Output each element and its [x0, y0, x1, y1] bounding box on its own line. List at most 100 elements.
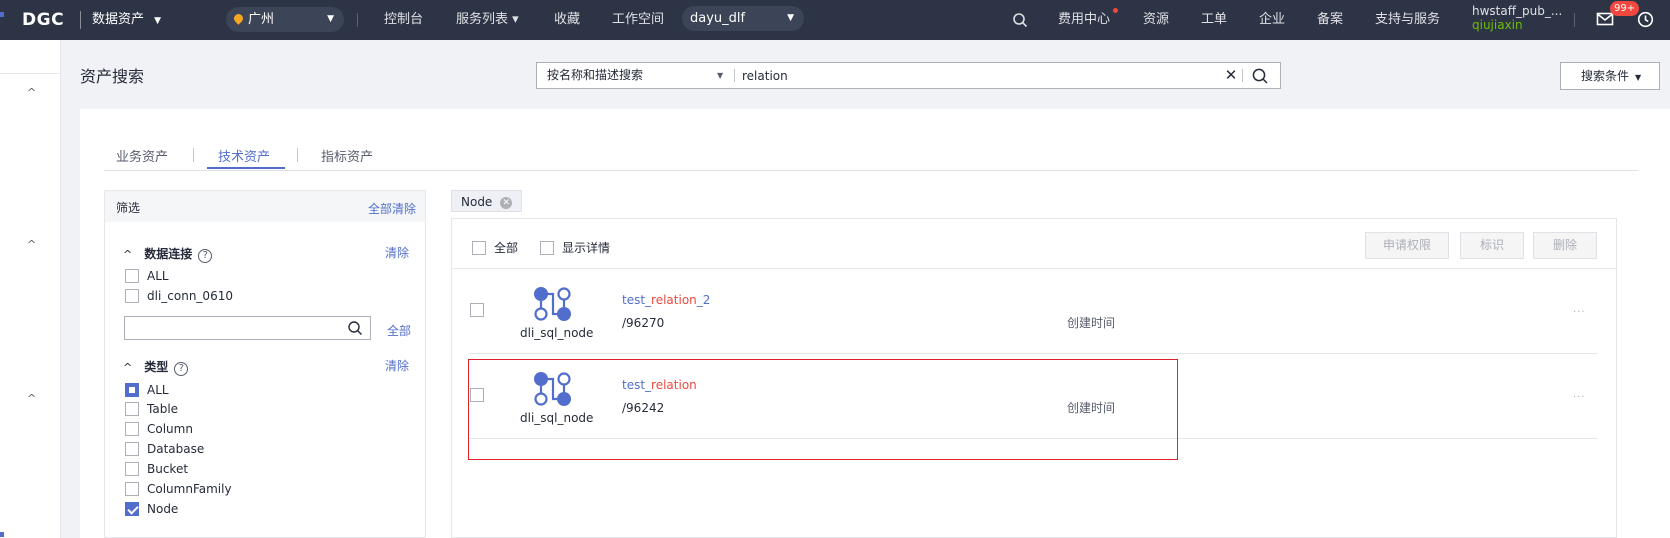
row-checkbox[interactable]	[470, 303, 484, 317]
chip-label: Node	[461, 195, 493, 209]
name-match-highlight: relation	[651, 293, 697, 307]
product-menu[interactable]: 数据资产 ▼	[92, 0, 161, 40]
filter-option[interactable]: Bucket	[125, 461, 188, 478]
checkbox[interactable]	[125, 401, 139, 416]
tag-button[interactable]: 标识	[1460, 232, 1524, 259]
connection-search-input[interactable]	[124, 316, 371, 340]
filter-group-connection[interactable]: ^ 数据连接?	[123, 245, 213, 263]
divider	[0, 73, 61, 74]
filter-option[interactable]: Table	[125, 401, 178, 418]
chevron-down-icon: ▼	[327, 14, 334, 24]
filter-group-type[interactable]: ^ 类型?	[123, 358, 189, 376]
node-type-label: dli_sql_node	[520, 326, 594, 340]
checkbox[interactable]	[125, 288, 139, 303]
more-actions-icon[interactable]: ···	[1573, 392, 1586, 403]
divider	[1242, 69, 1243, 82]
nav-favorites[interactable]: 收藏	[554, 0, 580, 40]
request-permission-button[interactable]: 申请权限	[1365, 232, 1449, 259]
clear-all-link[interactable]: 全部清除	[368, 200, 416, 217]
help-icon[interactable]: ?	[198, 249, 213, 263]
tab-baseline	[104, 170, 1638, 171]
row-checkbox[interactable]	[470, 388, 484, 402]
clear-icon[interactable]: ✕	[1223, 67, 1239, 83]
nav-tickets[interactable]: 工单	[1201, 0, 1227, 40]
checkbox[interactable]	[125, 268, 139, 283]
checkbox[interactable]	[125, 421, 139, 436]
filter-option[interactable]: ColumnFamily	[125, 481, 232, 498]
help-icon[interactable]: ?	[174, 362, 189, 376]
divider	[357, 13, 358, 27]
nav-service-list[interactable]: 服务列表 ▾	[456, 0, 519, 40]
search-scope-select[interactable]: 按名称和描述搜索	[547, 63, 643, 88]
clear-connection-link[interactable]: 清除	[385, 244, 409, 261]
delete-button[interactable]: 删除	[1533, 232, 1597, 259]
user-subaccount: qiujiaxin	[1472, 18, 1523, 32]
search-icon[interactable]	[347, 320, 363, 336]
workspace-label: dayu_dlf	[690, 11, 746, 26]
checkbox[interactable]	[125, 461, 139, 476]
tab-metric-assets[interactable]: 指标资产	[321, 146, 373, 165]
filter-group-title: 类型	[144, 360, 169, 374]
name-part: test_	[622, 378, 652, 392]
tab-business-assets[interactable]: 业务资产	[116, 146, 168, 165]
location-pin-icon	[232, 12, 245, 25]
show-details-checkbox[interactable]: 显示详情	[540, 239, 610, 255]
filter-option[interactable]: Node	[125, 501, 179, 518]
checkbox-checked[interactable]	[125, 501, 139, 516]
divider	[80, 11, 81, 29]
filter-group-title: 数据连接	[144, 247, 193, 261]
filter-option[interactable]: ALL	[125, 382, 169, 399]
search-conditions-button[interactable]: 搜索条件 ▼	[1560, 62, 1660, 90]
nav-support[interactable]: 支持与服务	[1375, 0, 1440, 40]
node-type-label: dli_sql_node	[520, 411, 594, 425]
divider	[734, 69, 735, 82]
select-all-checkbox[interactable]: 全部	[472, 239, 518, 255]
collapse-chevron-icon[interactable]: ^	[27, 86, 36, 99]
user-account[interactable]: hwstaff_pub_... qiujiaxin	[1472, 4, 1562, 36]
tab-technical-assets[interactable]: 技术资产	[218, 146, 270, 165]
checkbox[interactable]	[472, 240, 486, 255]
clock-icon[interactable]	[1637, 11, 1654, 28]
chevron-up-icon: ^	[123, 248, 133, 261]
collapse-chevron-icon[interactable]: ^	[27, 392, 36, 405]
search-icon[interactable]	[1012, 12, 1028, 28]
divider	[193, 148, 194, 162]
nav-console[interactable]: 控制台	[384, 0, 423, 40]
option-label: Node	[147, 502, 179, 516]
more-actions-icon[interactable]: ···	[1573, 307, 1586, 318]
nav-enterprise[interactable]: 企业	[1259, 0, 1285, 40]
chevron-down-icon[interactable]: ▼	[717, 63, 723, 88]
sql-node-icon	[534, 287, 571, 321]
checkbox[interactable]	[125, 441, 139, 456]
search-icon[interactable]	[1251, 67, 1269, 85]
filter-option[interactable]: Database	[125, 441, 204, 458]
asset-name-link[interactable]: test_relation_2	[622, 293, 710, 307]
clear-type-link[interactable]: 清除	[385, 357, 409, 374]
app-logo[interactable]: DGC	[22, 0, 64, 40]
chevron-down-icon: ▼	[154, 16, 162, 26]
checkbox[interactable]	[125, 481, 139, 496]
result-row[interactable]: dli_sql_node test_relation /96242 创建时间 ·…	[470, 355, 1597, 439]
nav-filing[interactable]: 备案	[1317, 0, 1343, 40]
filter-option[interactable]: dli_conn_0610	[125, 288, 233, 305]
remove-filter-icon[interactable]: ✕	[500, 197, 513, 209]
option-label: ColumnFamily	[147, 482, 232, 496]
filter-option[interactable]: Column	[125, 421, 193, 438]
workspace-selector[interactable]: dayu_dlf ▼	[682, 6, 804, 31]
asset-name-link[interactable]: test_relation	[622, 378, 697, 392]
sidebar-active-marker	[0, 12, 4, 17]
filter-option[interactable]: ALL	[125, 268, 169, 285]
asset-path: /96270	[622, 316, 665, 330]
checkbox-partial[interactable]	[125, 382, 139, 397]
top-nav-bar: DGC 数据资产 ▼ 广州 ▼ 控制台 服务列表 ▾ 收藏 工作空间 dayu_…	[0, 0, 1670, 40]
search-input[interactable]	[742, 66, 1182, 85]
checkbox[interactable]	[540, 240, 554, 255]
nav-billing[interactable]: 费用中心	[1058, 0, 1118, 40]
collapse-chevron-icon[interactable]: ^	[27, 238, 36, 251]
nav-resources[interactable]: 资源	[1143, 0, 1169, 40]
result-row[interactable]: dli_sql_node test_relation_2 /96270 创建时间…	[470, 270, 1597, 354]
divider	[297, 148, 298, 162]
all-connections-link[interactable]: 全部	[387, 322, 411, 339]
sql-node-icon	[534, 372, 571, 406]
region-selector[interactable]: 广州 ▼	[226, 7, 344, 32]
